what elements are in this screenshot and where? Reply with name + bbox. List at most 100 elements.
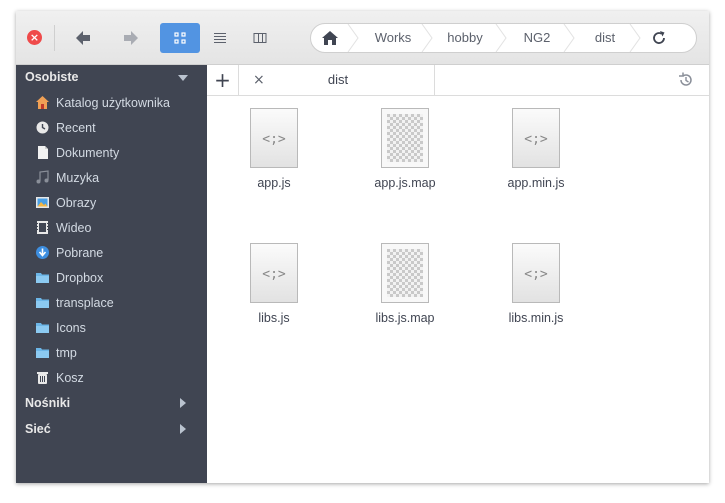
icon-view-button[interactable] <box>160 23 200 53</box>
chevron-right-icon[interactable] <box>178 398 188 408</box>
columns-icon <box>253 33 267 43</box>
file-name: app.js <box>257 176 291 190</box>
file-item[interactable]: <;> app.js <box>224 96 324 196</box>
header-bar: × Works hobby NG2 dist <box>16 11 709 65</box>
folder-icon <box>36 348 49 358</box>
file-grid: <;> app.js app.js.map <;> app.min.js <;>… <box>207 96 709 483</box>
sidebar-item-label: Obrazy <box>56 196 97 210</box>
crumb-separator <box>421 24 433 52</box>
file-manager-window: × Works hobby NG2 dist Osobiste Katalog … <box>16 11 709 483</box>
back-button[interactable] <box>72 27 94 49</box>
crumb-hobby[interactable]: hobby <box>435 24 495 52</box>
svg-text:<;>: <;> <box>524 267 548 282</box>
script-file-icon: <;> <box>512 243 560 303</box>
chevron-down-icon[interactable] <box>178 73 188 83</box>
file-name: libs.js.map <box>375 311 435 325</box>
file-item[interactable]: <;> app.min.js <box>486 96 586 196</box>
chevron-right-icon[interactable] <box>178 424 188 434</box>
unknown-file-icon <box>381 243 429 303</box>
file-item[interactable]: libs.js.map <box>355 231 455 331</box>
sidebar-item-label: Pobrane <box>56 246 104 260</box>
path-bar: Works hobby NG2 dist <box>310 23 697 53</box>
arrow-right-icon <box>124 31 138 45</box>
svg-text:<;>: <;> <box>262 267 286 282</box>
sidebar-section-personal[interactable]: Osobiste <box>25 67 79 87</box>
sidebar-item-label: Wideo <box>56 221 92 235</box>
list-view-button[interactable] <box>200 23 240 53</box>
unknown-file-icon <box>381 108 429 168</box>
clock-icon <box>36 121 49 134</box>
svg-text:<;>: <;> <box>524 132 548 147</box>
crumb-separator <box>347 24 359 52</box>
sidebar-item-dropbox[interactable]: Dropbox <box>35 267 205 289</box>
sidebar-item-label: Muzyka <box>56 171 100 185</box>
sidebar-item-tmp[interactable]: tmp <box>35 342 205 364</box>
folder-icon <box>36 298 49 308</box>
sidebar-item-icons[interactable]: Icons <box>35 317 205 339</box>
home-icon <box>36 96 49 109</box>
history-icon <box>679 72 692 86</box>
sidebar-item-label: Icons <box>56 321 86 335</box>
sidebar-item-trash[interactable]: Kosz <box>35 367 205 389</box>
sidebar-item-label: tmp <box>56 346 77 360</box>
new-tab-button[interactable]: + <box>207 65 239 95</box>
grid-icon <box>174 32 186 44</box>
file-item[interactable]: app.js.map <box>355 96 455 196</box>
sidebar-item-pictures[interactable]: Obrazy <box>35 192 205 214</box>
arrow-left-icon <box>76 31 90 45</box>
column-view-button[interactable] <box>240 23 280 53</box>
video-icon <box>37 221 48 234</box>
sidebar-item-label: transplace <box>56 296 114 310</box>
file-name: libs.min.js <box>508 311 564 325</box>
sidebar: Osobiste Katalog użytkownika Recent Doku… <box>16 65 207 483</box>
file-name: libs.js <box>258 311 290 325</box>
header-separator <box>54 25 55 51</box>
home-icon <box>322 31 338 45</box>
file-item[interactable]: <;> libs.js <box>224 231 324 331</box>
sidebar-item-label: Recent <box>56 121 96 135</box>
sidebar-item-music[interactable]: Muzyka <box>35 167 205 189</box>
folder-icon <box>36 273 49 283</box>
trash-icon <box>37 372 48 384</box>
crumb-dist[interactable]: dist <box>577 24 633 52</box>
folder-icon <box>36 323 49 333</box>
list-icon <box>214 33 226 43</box>
file-name: app.js.map <box>374 176 436 190</box>
crumb-separator <box>629 24 641 52</box>
history-button[interactable] <box>678 72 694 88</box>
sidebar-section-network[interactable]: Sieć <box>25 419 51 439</box>
sidebar-item-home[interactable]: Katalog użytkownika <box>35 92 205 114</box>
tab-close-icon[interactable]: × <box>253 65 265 95</box>
music-icon <box>36 170 49 184</box>
script-file-icon: <;> <box>512 108 560 168</box>
sidebar-item-documents[interactable]: Dokumenty <box>35 142 205 164</box>
sidebar-item-video[interactable]: Wideo <box>35 217 205 239</box>
script-file-icon: <;> <box>250 108 298 168</box>
document-icon <box>38 146 48 159</box>
download-icon <box>36 246 49 259</box>
file-name: app.min.js <box>507 176 565 190</box>
sidebar-item-label: Katalog użytkownika <box>56 96 170 110</box>
sidebar-item-downloads[interactable]: Pobrane <box>35 242 205 264</box>
sidebar-item-label: Dropbox <box>56 271 104 285</box>
crumb-separator <box>495 24 507 52</box>
tab-dist[interactable]: × dist <box>238 65 435 95</box>
sidebar-item-label: Dokumenty <box>56 146 120 160</box>
pictures-icon <box>36 197 49 208</box>
svg-text:<;>: <;> <box>262 132 286 147</box>
sidebar-item-transplace[interactable]: transplace <box>35 292 205 314</box>
close-window-button[interactable]: × <box>27 30 42 45</box>
tab-bar: + × dist <box>207 65 709 96</box>
tab-label: dist <box>327 72 349 87</box>
crumb-separator <box>563 24 575 52</box>
refresh-button[interactable] <box>651 30 667 46</box>
file-item[interactable]: <;> libs.min.js <box>486 231 586 331</box>
sidebar-item-recent[interactable]: Recent <box>35 117 205 139</box>
forward-button[interactable] <box>120 27 142 49</box>
crumb-ng2[interactable]: NG2 <box>509 24 565 52</box>
script-file-icon: <;> <box>250 243 298 303</box>
sidebar-item-label: Kosz <box>56 371 84 385</box>
sidebar-section-devices[interactable]: Nośniki <box>25 393 70 413</box>
crumb-works[interactable]: Works <box>363 24 423 52</box>
home-crumb[interactable] <box>321 30 339 46</box>
